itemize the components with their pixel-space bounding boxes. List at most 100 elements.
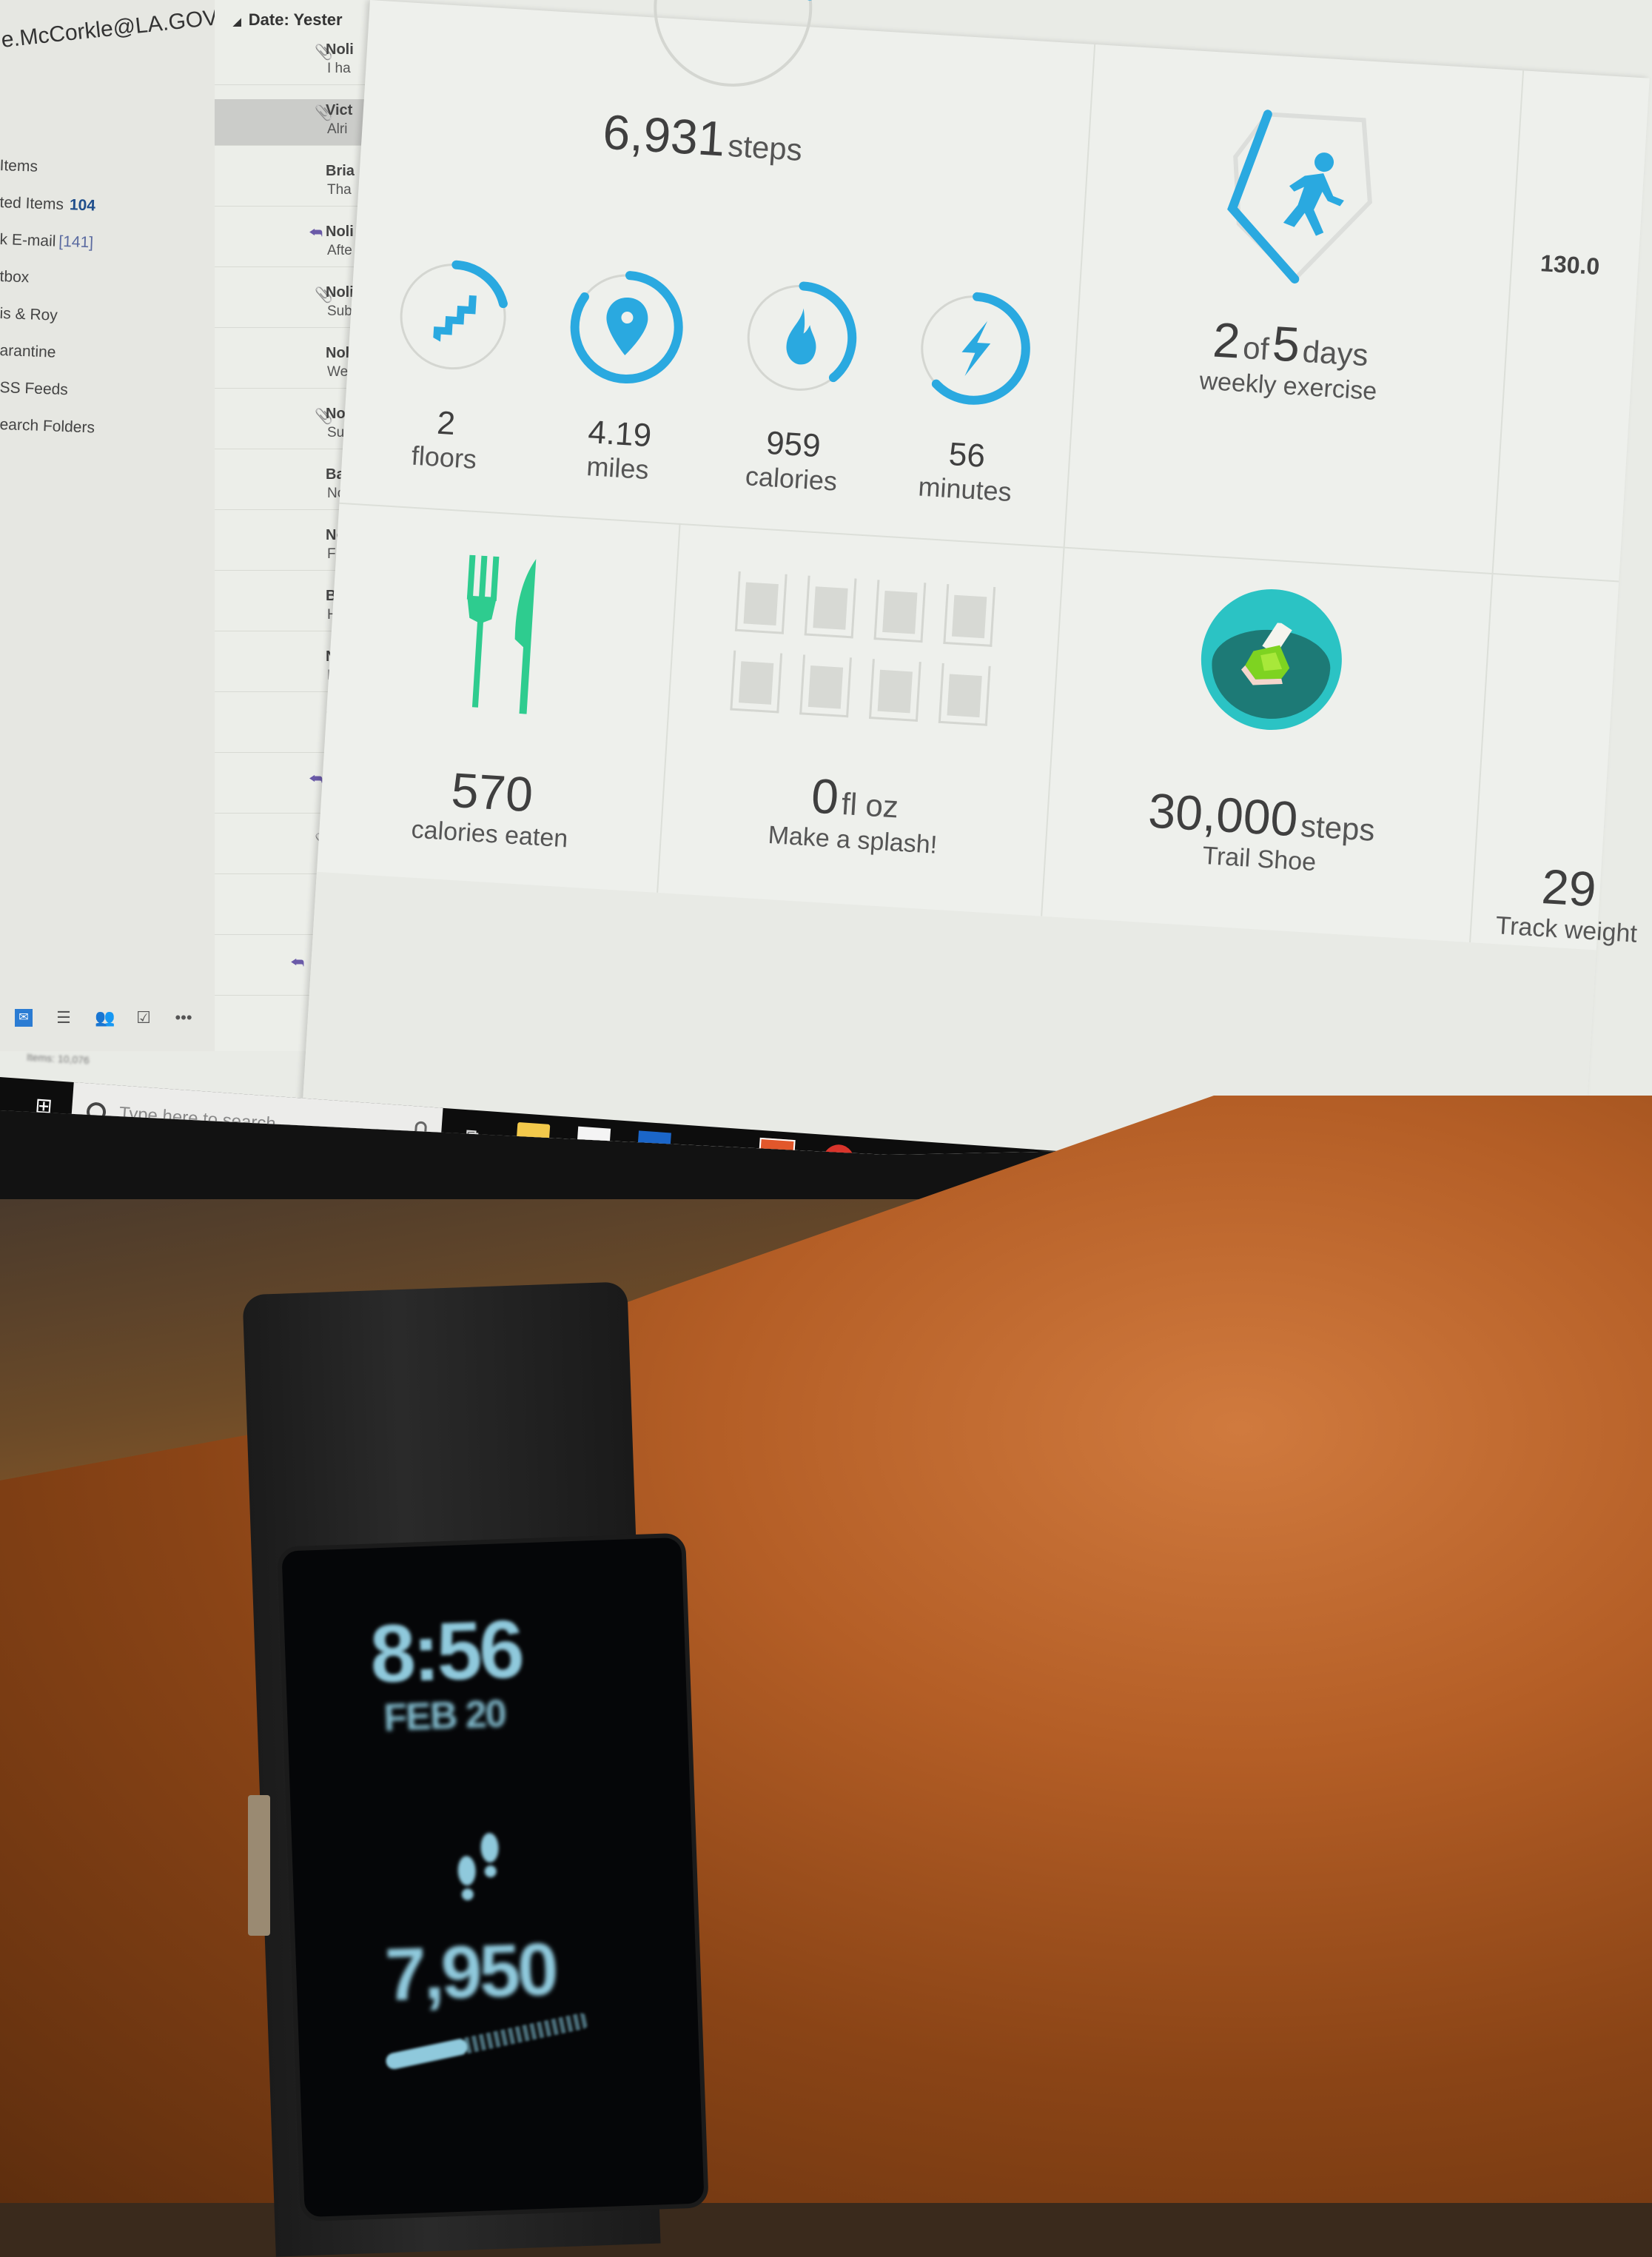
runner-icon xyxy=(1283,152,1344,236)
flame-icon xyxy=(786,308,816,365)
replied-icon: ⮪ xyxy=(309,225,323,241)
exercise-unit: days xyxy=(1301,333,1369,373)
water-glass-icon[interactable] xyxy=(938,663,991,726)
folder-item[interactable]: arantine xyxy=(0,342,95,382)
message-sender: Noli xyxy=(326,41,354,58)
water-glass-icon[interactable] xyxy=(799,654,852,718)
account-name[interactable]: e.McCorkle@LA.GOV xyxy=(0,5,219,53)
floors-label: floors xyxy=(410,440,478,474)
folder-label: arantine xyxy=(0,342,56,361)
exercise-done: 2 xyxy=(1211,312,1242,369)
folder-label: tbox xyxy=(0,268,30,286)
floors-ring xyxy=(390,254,515,379)
message-preview: Sub xyxy=(327,303,352,319)
message-sender: Bria xyxy=(326,163,355,179)
outlook-nav-bar: ✉ ☰ 👥 ☑ ••• xyxy=(15,999,237,1036)
folder-item[interactable]: Items xyxy=(0,157,95,197)
more-icon[interactable]: ••• xyxy=(175,1009,192,1027)
outlook-folder-pane: e.McCorkle@LA.GOV Items ted Items 104 k E-m… xyxy=(0,0,219,1066)
fitbit-dashboard: 6,931 steps 2 floors 4.19 miles 959 calo… xyxy=(301,0,1652,1155)
water-glass-icon[interactable] xyxy=(734,571,788,634)
calendar-icon[interactable]: ☰ xyxy=(55,1009,73,1027)
footsteps-icon xyxy=(457,1833,499,1901)
stat-calories[interactable]: 959 calories xyxy=(731,275,863,498)
message-preview: We xyxy=(327,364,349,380)
weight-goal-tile[interactable]: 29 Track weight xyxy=(1469,853,1652,950)
stats-row: 2 floors 4.19 miles 959 calories 56 minu… xyxy=(356,252,1064,511)
water-unit: fl oz xyxy=(840,785,900,825)
water-glass-icon[interactable] xyxy=(868,659,921,722)
fitbit-tracker-screen: 8:56 FEB 20 7,950 xyxy=(277,1532,709,2222)
stat-floors[interactable]: 2 floors xyxy=(384,254,516,477)
folder-item-count: [141] xyxy=(58,232,94,252)
calories-label: calories xyxy=(744,460,839,497)
message-row[interactable]: 📎 Noli Sub xyxy=(215,281,370,328)
message-sender: Noli xyxy=(326,224,354,240)
water-glass-icon[interactable] xyxy=(804,575,857,639)
shoe-icon xyxy=(1240,621,1292,685)
replied-icon: ⮪ xyxy=(309,771,323,788)
steps-tile[interactable]: 6,931 steps xyxy=(361,0,1101,189)
fitbit-side-button xyxy=(248,1795,270,1936)
folder-item[interactable]: k E-mail [141] xyxy=(0,231,95,271)
stat-minutes[interactable]: 56 minutes xyxy=(904,286,1036,509)
water-glass-icon[interactable] xyxy=(873,580,927,643)
steps-value: 6,931 xyxy=(601,104,727,167)
exercise-of: of xyxy=(1242,329,1270,366)
tracker-steps-progress xyxy=(384,2011,591,2071)
folder-item[interactable]: SS Feeds xyxy=(0,379,95,419)
tracker-steps: 7,950 xyxy=(383,1928,557,2017)
water-value: 0 xyxy=(810,768,841,825)
trail-shoe-badge-icon xyxy=(1197,585,1346,734)
calories-ring xyxy=(737,275,862,400)
miles-ring xyxy=(563,264,688,389)
message-preview: Afte xyxy=(327,243,352,258)
minutes-ring xyxy=(911,286,1036,411)
replied-icon: ⮪ xyxy=(290,955,305,971)
water-tile[interactable]: 0 fl oz Make a splash! xyxy=(659,568,1061,867)
miles-label: miles xyxy=(585,451,650,486)
fork-knife-icon xyxy=(466,554,537,714)
message-sender: Noli xyxy=(326,284,354,301)
weekly-exercise-tile[interactable]: 2 of 5 days weekly exercise xyxy=(1103,90,1491,412)
message-row[interactable]: Bria Tha xyxy=(215,160,370,207)
message-row[interactable]: 📎 Noli I ha xyxy=(215,38,370,85)
exercise-shield xyxy=(1227,110,1372,284)
mail-icon[interactable]: ✉ xyxy=(15,1009,33,1027)
folder-label: Items xyxy=(0,157,38,175)
tracker-time: 8:56 xyxy=(369,1603,523,1700)
badge-unit: steps xyxy=(1299,808,1376,848)
folder-label: is & Roy xyxy=(0,305,58,324)
message-row[interactable]: ⮪ Noli Afte xyxy=(215,221,370,267)
people-icon[interactable]: 👥 xyxy=(95,1009,115,1027)
group-header-date[interactable]: ◢ Date: Yester xyxy=(233,10,343,30)
steps-unit: steps xyxy=(727,127,804,167)
tasks-icon[interactable]: ☑ xyxy=(135,1009,152,1027)
food-tile[interactable]: 570 calories eaten xyxy=(319,547,676,859)
weight-chart-tile[interactable]: 130.0 xyxy=(1539,249,1652,284)
folder-item[interactable]: tbox xyxy=(0,268,95,308)
folder-label: ted Items xyxy=(0,194,64,214)
folder-label: earch Folders xyxy=(0,416,95,437)
tracker-steps-progress-fill xyxy=(384,2037,469,2071)
folder-list: Items ted Items 104 k E-mail [141] tbox is & R… xyxy=(0,157,95,453)
folder-item[interactable]: ted Items 104 xyxy=(0,194,95,234)
badge-tile[interactable]: 30,000 steps Trail Shoe xyxy=(1044,576,1490,887)
tracker-date: FEB 20 xyxy=(383,1692,506,1740)
water-glass-icon[interactable] xyxy=(730,650,783,714)
monitor-screen: e.McCorkle@LA.GOV Items ted Items 104 k E-m… xyxy=(0,0,1652,1155)
collapse-triangle-icon[interactable]: ◢ xyxy=(233,16,241,27)
exercise-goal: 5 xyxy=(1271,315,1302,372)
location-pin-icon xyxy=(605,298,648,355)
folder-item[interactable]: earch Folders xyxy=(0,416,95,456)
stat-miles[interactable]: 4.19 miles xyxy=(557,264,689,487)
water-glasses xyxy=(668,568,1061,730)
minutes-label: minutes xyxy=(917,471,1013,508)
weight-value: 130.0 xyxy=(1539,249,1601,281)
folder-unread-count: 104 xyxy=(69,196,96,215)
folder-item[interactable]: is & Roy xyxy=(0,305,95,345)
stairs-icon xyxy=(432,295,477,342)
lightning-icon xyxy=(961,321,990,376)
items-count-status: Items: 10,076 xyxy=(26,1050,90,1067)
water-glass-icon[interactable] xyxy=(943,584,996,647)
